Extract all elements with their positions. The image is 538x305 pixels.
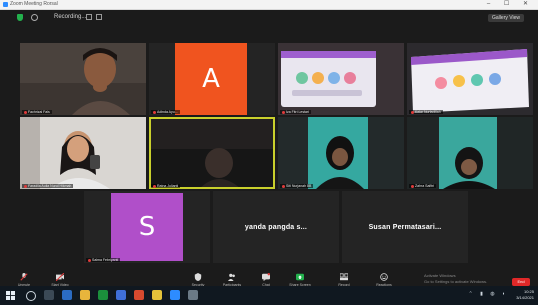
avatar: S <box>111 193 183 261</box>
video-tile[interactable]: Faradila Aulia Nurul Hikmah <box>20 117 146 189</box>
pause-recording-icon[interactable] <box>86 14 92 20</box>
shield-icon[interactable] <box>17 14 23 21</box>
zoom-app-icon <box>3 2 8 7</box>
participant-video <box>20 43 146 115</box>
video-tile[interactable]: Keke Nurfadillah <box>407 43 533 115</box>
mail-icon[interactable] <box>116 290 126 300</box>
participant-video <box>278 43 404 115</box>
window-titlebar: Zoom Meeting Rorsal – ☐ ✕ <box>0 0 538 10</box>
taskbar-clock[interactable]: 10:25 3/14/2021 <box>516 289 534 301</box>
participant-name: Adinda Ayu... <box>151 110 180 114</box>
store-icon[interactable] <box>98 290 108 300</box>
participant-name: Faradila Aulia Nurul Hikmah <box>22 184 74 188</box>
video-tile[interactable]: Iza Fitri Lestari <box>278 43 404 115</box>
meeting-info-icon[interactable] <box>31 14 38 21</box>
participant-name: Fachrizal Fals <box>22 110 52 114</box>
meeting-topbar: Recording... Gallery View <box>0 10 538 26</box>
name-only-tile[interactable]: yanda pangda s... <box>213 191 339 263</box>
recording-indicator[interactable]: Recording... <box>54 14 86 20</box>
stop-recording-icon[interactable] <box>96 14 102 20</box>
system-tray[interactable]: ⌃ ▮ ◍ ◗ <box>469 291 509 297</box>
muted-mic-icon <box>153 110 156 114</box>
participant-center-name: Susan Permatasari... <box>368 223 442 231</box>
windows-taskbar: ⌃ ▮ ◍ ◗ 10:25 3/14/2021 <box>0 286 538 305</box>
participants-icon <box>228 273 235 281</box>
windows-start-icon[interactable] <box>6 291 15 300</box>
avatar: A <box>175 43 247 115</box>
edge-browser-icon[interactable] <box>62 290 72 300</box>
video-tile[interactable]: Zahra Safitri <box>407 117 533 189</box>
task-view-icon[interactable] <box>44 290 54 300</box>
record-icon <box>340 273 348 281</box>
muted-mic-icon <box>282 184 285 188</box>
avatar-tile[interactable]: A Adinda Ayu... <box>149 43 275 115</box>
chrome-icon[interactable] <box>152 290 162 300</box>
smiley-icon <box>380 273 388 281</box>
avatar-initial: A <box>202 64 220 94</box>
zoom-taskbar-icon[interactable] <box>170 290 180 300</box>
share-screen-icon <box>296 273 304 281</box>
participant-name: Siti Nurjanah 8B <box>280 184 314 188</box>
active-speaker-tile[interactable]: Ratna Julianti <box>149 117 275 189</box>
avatar-tile[interactable]: S Salma Febriyanti <box>84 191 210 263</box>
muted-mic-icon <box>411 110 414 114</box>
participant-center-name: yanda pangda s... <box>244 223 308 231</box>
video-off-icon <box>56 273 64 281</box>
name-only-tile[interactable]: Susan Permatasari... <box>342 191 468 263</box>
muted-mic-icon <box>411 184 414 188</box>
window-title: Zoom Meeting Rorsal <box>10 1 58 7</box>
zoom-meeting-window: Recording... Gallery View Fachrizal Fals… <box>0 10 538 296</box>
end-meeting-button[interactable]: End <box>512 278 530 286</box>
participant-name: Zahra Safitri <box>409 184 437 188</box>
participant-video <box>20 117 146 189</box>
activate-windows-watermark: Activate Windows Go to Settings to activ… <box>424 273 488 284</box>
participant-video <box>278 117 404 189</box>
muted-mic-icon <box>88 258 91 262</box>
participant-video <box>407 117 533 189</box>
video-tile[interactable]: Fachrizal Fals <box>20 43 146 115</box>
office-icon[interactable] <box>134 290 144 300</box>
app-icon[interactable] <box>188 290 198 300</box>
avatar-initial: S <box>138 212 156 242</box>
muted-mic-icon <box>282 110 285 114</box>
participant-name: Salma Febriyanti <box>86 258 121 262</box>
video-tile[interactable]: Siti Nurjanah 8B <box>278 117 404 189</box>
gallery-view-button[interactable]: Gallery View <box>488 14 524 22</box>
search-icon[interactable] <box>26 291 36 301</box>
file-explorer-icon[interactable] <box>80 290 90 300</box>
participant-name: Keke Nurfadillah <box>409 110 443 114</box>
participant-video <box>407 43 533 115</box>
muted-mic-icon <box>24 110 27 114</box>
chat-icon <box>262 273 270 281</box>
muted-mic-icon <box>153 184 156 188</box>
window-controls[interactable]: – ☐ ✕ <box>487 0 534 7</box>
mic-muted-icon <box>20 273 28 281</box>
participant-name: Iza Fitri Lestari <box>280 110 311 114</box>
shield-icon <box>194 273 202 281</box>
participant-video <box>149 117 275 189</box>
muted-mic-icon <box>24 184 27 188</box>
participant-name: Ratna Julianti <box>151 184 181 188</box>
